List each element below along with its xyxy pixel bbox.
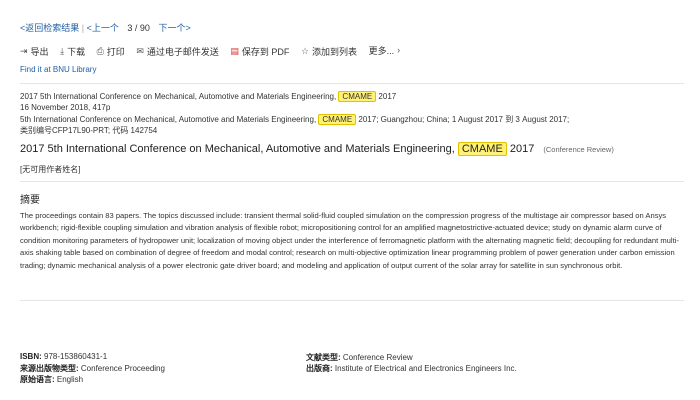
next-link[interactable]: 下一个> [158, 23, 190, 33]
find-it-library-link[interactable]: Find it at BNU Library [20, 65, 96, 74]
search-highlight: CMAME [318, 114, 357, 125]
toolbar: ⇥ 导出 ⤓ 下载 ⎙ 打印 ✉ 通过电子邮件发送 ▤ 保存到 PDF ☆ 添加… [20, 44, 409, 58]
print-button[interactable]: ⎙ 打印 [97, 45, 125, 58]
document-type-value: Conference Review [340, 353, 413, 362]
language-label: 原始语言: [20, 375, 55, 384]
save-pdf-label: 保存到 PDF [241, 47, 290, 57]
pdf-icon: ▤ [230, 46, 239, 56]
download-label: 下载 [67, 47, 86, 57]
save-pdf-button[interactable]: ▤ 保存到 PDF [230, 45, 289, 58]
source-date: 16 November 2018, 417p [20, 103, 111, 112]
abstract-heading: 摘要 [20, 195, 40, 206]
source-line-1: 2017 5th International Conference on Mec… [20, 91, 397, 102]
source-type-row: 来源出版物类型: Conference Proceeding [20, 363, 165, 374]
isbn-value: 978-153860431-1 [41, 352, 108, 361]
source-type-value: Conference Proceeding [78, 364, 165, 373]
chevron-right-icon: › [397, 45, 401, 55]
previous-link[interactable]: <上一个 [87, 23, 119, 33]
source-conference-text: 5th International Conference on Mechanic… [20, 115, 319, 124]
language-value: English [54, 375, 84, 384]
email-icon: ✉ [136, 46, 144, 56]
add-to-list-label: 添加到列表 [312, 47, 358, 57]
email-label: 通过电子邮件发送 [146, 47, 219, 57]
search-highlight: CMAME [457, 142, 507, 156]
more-label: 更多... [368, 46, 395, 56]
title-text: 2017 5th International Conference on Mec… [20, 143, 458, 155]
search-highlight: CMAME [338, 91, 377, 102]
document-title: 2017 5th International Conference on Mec… [20, 142, 614, 156]
add-to-list-button[interactable]: ☆ 添加到列表 [301, 45, 357, 58]
result-position: 3 / 90 [127, 23, 150, 33]
abstract-text: The proceedings contain 83 papers. The t… [20, 211, 679, 270]
title-year: 2017 [506, 143, 535, 155]
author-placeholder: [无可用作者姓名] [20, 165, 81, 174]
publisher-value: Institute of Electrical and Electronics … [332, 364, 517, 373]
print-icon: ⎙ [96, 46, 104, 56]
divider [20, 83, 684, 84]
document-type-tag: (Conference Review) [543, 145, 614, 154]
download-icon: ⤓ [60, 46, 65, 56]
export-icon: ⇥ [20, 46, 28, 56]
download-button[interactable]: ⤓ 下载 [60, 45, 85, 58]
document-type-row: 文献类型: Conference Review [306, 352, 413, 363]
export-label: 导出 [30, 47, 49, 57]
source-line-3: 5th International Conference on Mechanic… [20, 114, 569, 125]
source-year-text: 2017 [376, 92, 397, 101]
document-type-label: 文献类型: [306, 353, 341, 362]
publisher-row: 出版商: Institute of Electrical and Electro… [306, 363, 517, 374]
source-location-text: 2017; Guangzhou; China; 1 August 2017 到 … [356, 115, 570, 124]
isbn-label: ISBN: [20, 352, 42, 361]
result-navigation: <返回检索结果 | <上一个 3 / 90 下一个> [20, 21, 191, 34]
language-row: 原始语言: English [20, 374, 83, 385]
divider [20, 300, 684, 301]
publisher-label: 出版商: [306, 364, 333, 373]
source-codes: 类别编号CFP17L90-PRT; 代码 142754 [20, 126, 158, 135]
source-conference-text: 2017 5th International Conference on Mec… [20, 92, 339, 101]
export-button[interactable]: ⇥ 导出 [20, 45, 49, 58]
divider [20, 181, 684, 182]
isbn-row: ISBN: 978-153860431-1 [20, 352, 107, 361]
star-icon: ☆ [300, 46, 310, 56]
email-button[interactable]: ✉ 通过电子邮件发送 [136, 45, 219, 58]
back-to-results-link[interactable]: <返回检索结果 [20, 23, 79, 33]
more-button[interactable]: 更多... › [369, 44, 401, 57]
print-label: 打印 [106, 47, 125, 57]
source-type-label: 来源出版物类型: [20, 364, 79, 373]
